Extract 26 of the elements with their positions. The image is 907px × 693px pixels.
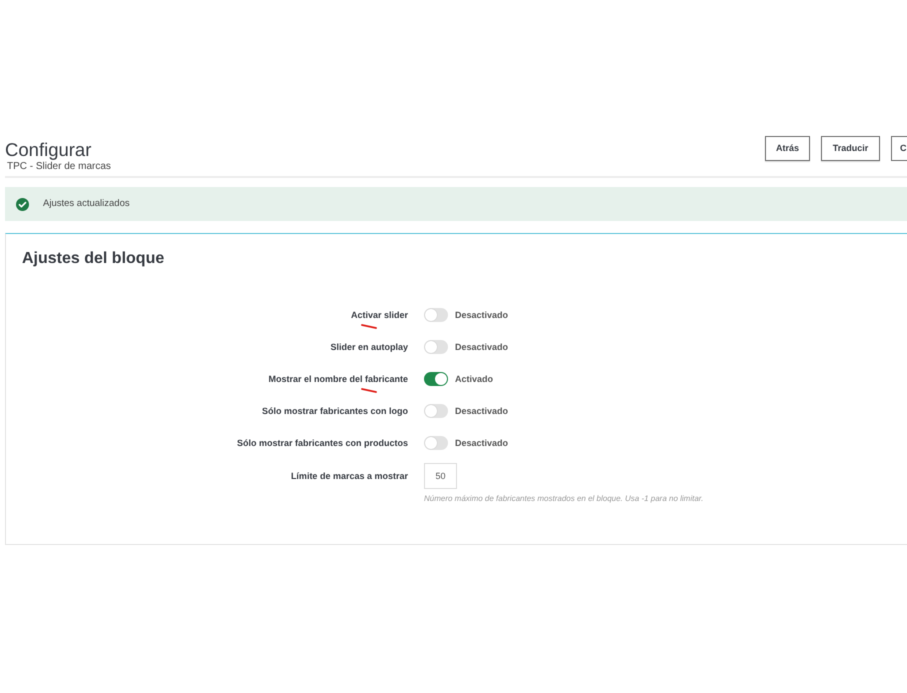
alert-message: Ajustes actualizados — [43, 198, 130, 210]
switch-status: Desactivado — [455, 405, 508, 417]
toggle-switch[interactable] — [424, 340, 448, 354]
switch-status: Desactivado — [455, 437, 508, 449]
toolbar-button[interactable]: Atrás — [765, 136, 810, 161]
page-title: Configurar — [5, 139, 92, 161]
toggle-switch[interactable] — [424, 308, 448, 322]
field-label: Mostrar el nombre del fabricante — [268, 373, 408, 385]
switch-status: Desactivado — [455, 341, 508, 353]
switch-status: Activado — [455, 373, 494, 385]
number-input[interactable]: 50 — [424, 463, 457, 489]
toggle-switch[interactable] — [424, 436, 448, 450]
page-subtitle: TPC - Slider de marcas — [7, 161, 111, 173]
field-label: Activar slider — [350, 309, 408, 321]
toggle-switch[interactable] — [424, 372, 448, 386]
help-text: Número máximo de fabricantes mostrados en el bloque. Usa -1 para no limitar. — [424, 494, 704, 504]
field-label: Slider en autoplay — [330, 341, 408, 353]
toggle-switch[interactable] — [424, 404, 448, 418]
field-label: Límite de marcas a mostrar — [290, 470, 408, 482]
switch-status: Desactivado — [455, 309, 508, 321]
field-label: Sólo mostrar fabricantes con productos — [236, 437, 408, 449]
field-label: Sólo mostrar fabricantes con logo — [262, 405, 408, 417]
panel-title: Ajustes del bloque — [22, 249, 164, 269]
check-circle-icon — [16, 198, 29, 210]
toolbar-button[interactable]: Traducir — [821, 136, 880, 161]
toolbar-button[interactable]: C — [891, 136, 907, 161]
